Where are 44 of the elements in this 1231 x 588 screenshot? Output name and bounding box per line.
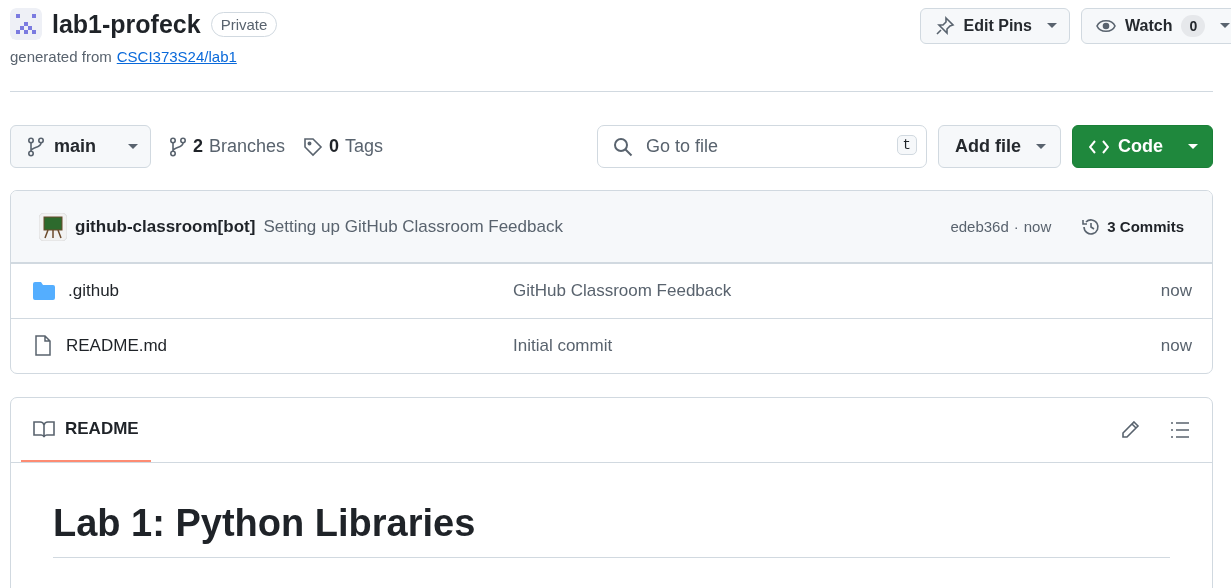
file-commit-message[interactable]: GitHub Classroom Feedback	[513, 281, 1161, 301]
readme-heading: Lab 1: Python Libraries	[53, 463, 1170, 558]
file-name[interactable]: .github	[68, 281, 120, 301]
caret-icon	[1036, 143, 1046, 150]
eye-icon	[1096, 18, 1116, 34]
branch-icon	[169, 136, 187, 157]
generated-from-text: generated from	[10, 48, 112, 65]
repo-name: lab1-profeck	[52, 9, 201, 39]
add-file-button[interactable]: Add file	[938, 125, 1061, 168]
outline-icon[interactable]	[1170, 421, 1190, 439]
commit-author[interactable]: github-classroom[bot]	[75, 216, 256, 237]
readme-tab[interactable]: README	[21, 398, 151, 462]
book-icon	[33, 420, 55, 438]
history-icon	[1081, 216, 1102, 237]
commits-link[interactable]: 3 Commits	[1081, 216, 1184, 237]
caret-icon	[1220, 23, 1231, 29]
commit-message[interactable]: Setting up GitHub Classroom Feedback	[263, 216, 563, 237]
branches-link[interactable]: 2 Branches	[169, 136, 286, 157]
caret-icon	[128, 143, 138, 150]
folder-icon	[33, 282, 55, 300]
code-button[interactable]: Code	[1072, 125, 1213, 168]
branch-selector[interactable]: main	[10, 125, 151, 168]
pin-icon	[934, 16, 955, 36]
file-name[interactable]: README.md	[66, 336, 168, 356]
watch-button[interactable]: Watch 0	[1081, 8, 1231, 44]
watch-count: 0	[1181, 15, 1206, 37]
edit-icon[interactable]	[1120, 420, 1140, 440]
tag-icon	[303, 136, 324, 157]
commit-time: now	[1023, 218, 1052, 235]
caret-icon	[1047, 23, 1057, 29]
tags-link[interactable]: 0 Tags	[303, 136, 384, 157]
file-time: now	[1160, 281, 1192, 301]
template-link[interactable]: CSCI373S24/lab1	[116, 48, 237, 65]
commit-hash[interactable]: edeb36d	[950, 218, 1009, 235]
file-icon	[33, 335, 53, 357]
file-time: now	[1160, 336, 1192, 356]
bot-avatar-icon	[39, 212, 67, 241]
repo-avatar-icon	[10, 8, 42, 40]
edit-pins-button[interactable]: Edit Pins	[919, 8, 1070, 44]
branch-icon	[27, 136, 45, 157]
file-commit-message[interactable]: Initial commit	[513, 336, 1161, 356]
caret-icon	[1188, 143, 1198, 150]
code-icon	[1089, 139, 1109, 154]
separator-dot: ·	[1013, 218, 1019, 235]
